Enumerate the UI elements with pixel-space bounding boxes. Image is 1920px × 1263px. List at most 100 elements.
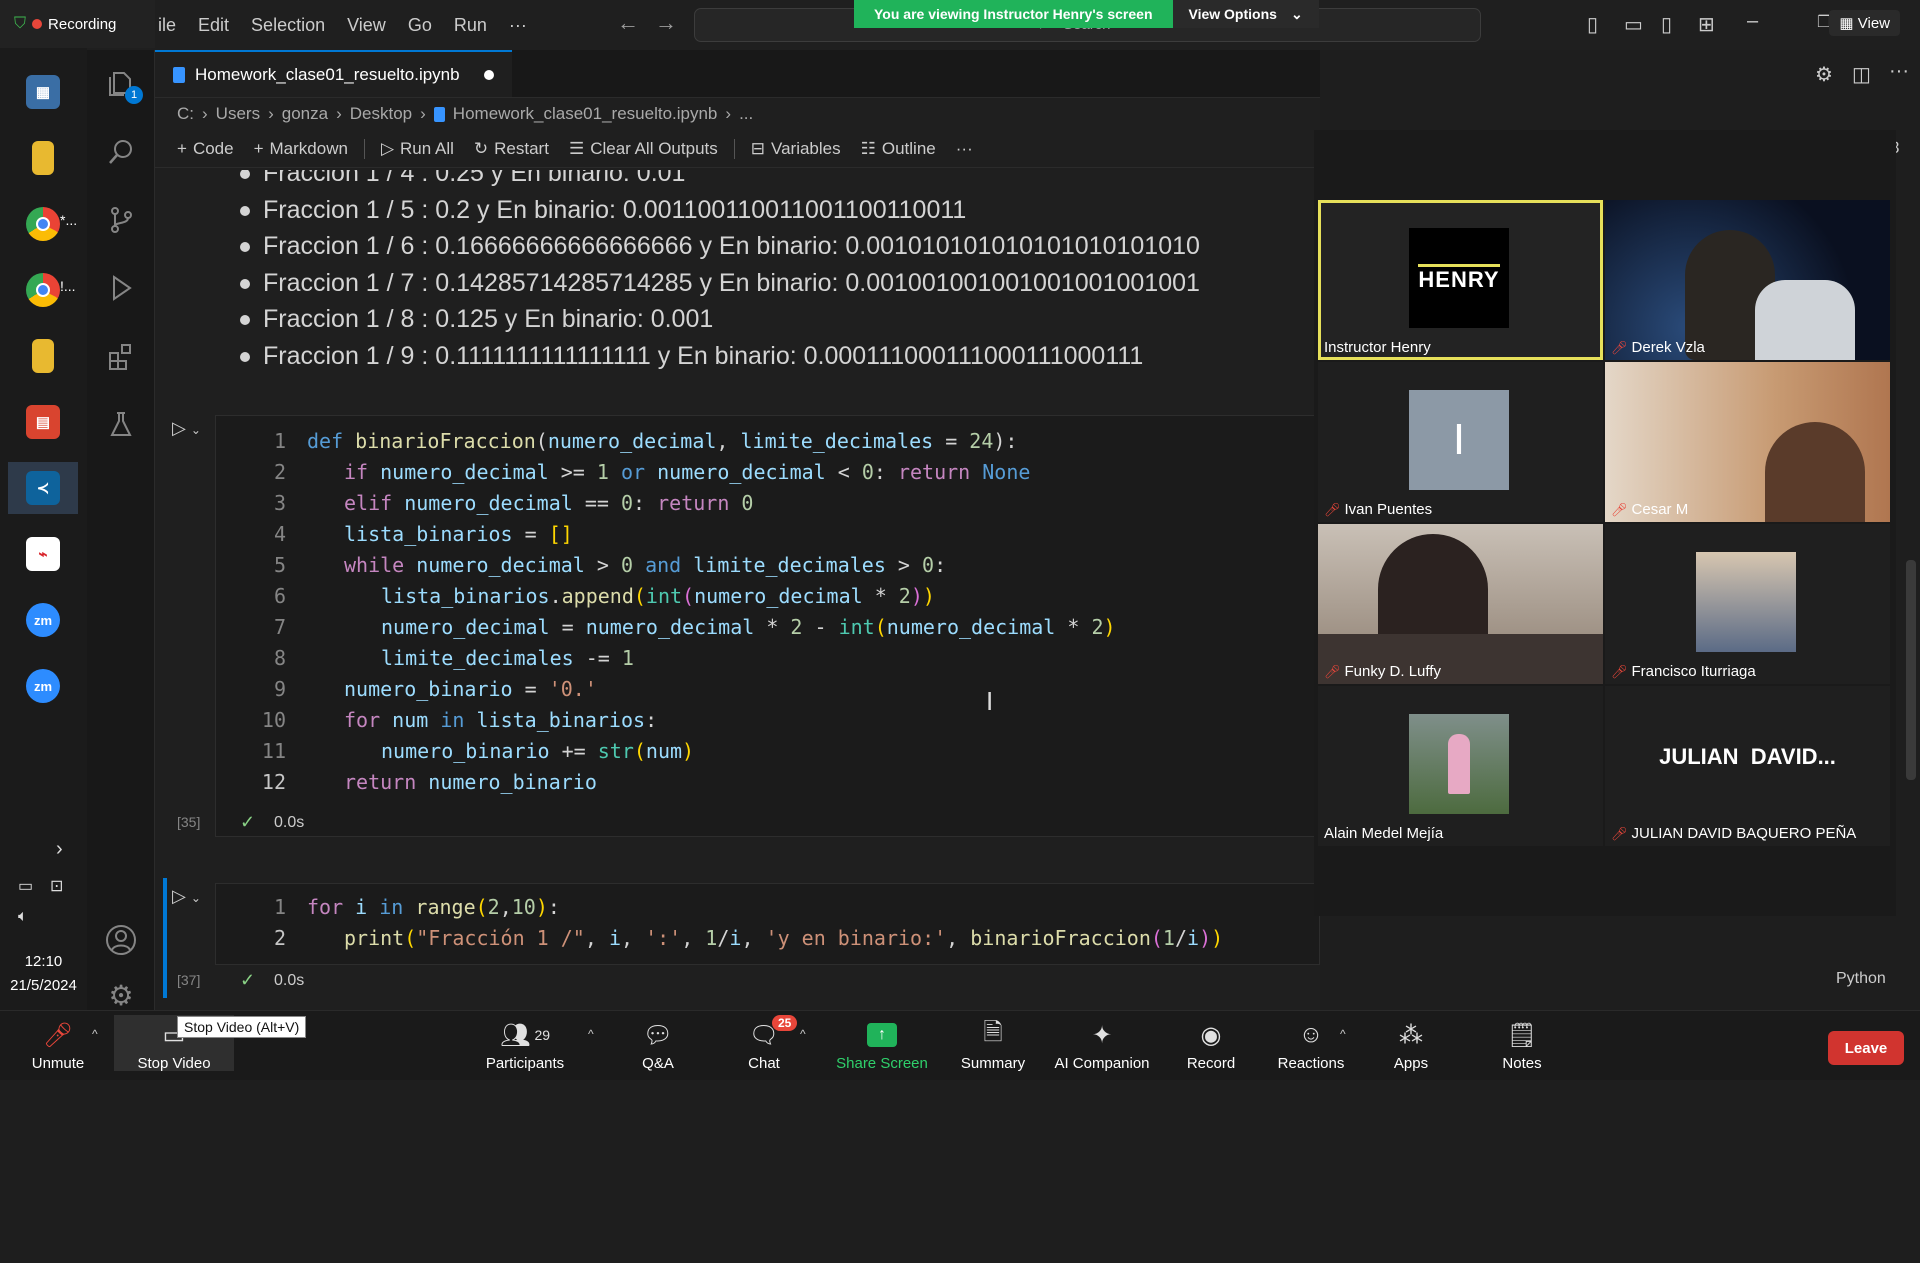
participant-tile[interactable]: 🎤︎ Derek Vzla xyxy=(1605,200,1890,360)
taskbar-app-chrome-1[interactable]: *... xyxy=(8,198,78,250)
code-cell[interactable]: 1 2 for i in range(2,10): print("Fracció… xyxy=(215,883,1320,965)
qa-button[interactable]: 💬︎ Q&A xyxy=(608,1019,708,1073)
breadcrumb-item[interactable]: Homework_clase01_resuelto.ipynb xyxy=(453,104,718,124)
summary-button[interactable]: 🗎︎ Summary xyxy=(943,1019,1043,1073)
breadcrumb-item[interactable]: gonza xyxy=(282,104,328,124)
notes-button[interactable]: 🗒︎ Notes xyxy=(1472,1019,1572,1073)
settings-gear-icon[interactable]: ⚙ xyxy=(103,980,139,1010)
participants-icon: 👥︎ 29 xyxy=(499,1021,551,1049)
menu-bar: ile Edit Selection View Go Run ··· xyxy=(147,15,538,36)
menu-selection[interactable]: Selection xyxy=(240,15,336,36)
play-icon: ▷ xyxy=(172,886,186,906)
cell-language-label[interactable]: Python xyxy=(1836,970,1886,988)
participant-tile[interactable]: 🎤︎ Cesar M xyxy=(1605,362,1890,522)
execution-time: 0.0s xyxy=(274,972,305,989)
participant-name: 🎤︎ Derek Vzla xyxy=(1611,339,1705,356)
gallery-scrollbar[interactable] xyxy=(1906,560,1916,780)
taskbar-app-file-explorer-2[interactable] xyxy=(8,330,78,382)
participant-tile[interactable]: 🎤︎ Funky D. Luffy xyxy=(1318,524,1603,684)
more-actions-icon[interactable]: ··· xyxy=(1889,60,1909,83)
toggle-secondary-sidebar-icon[interactable]: ▯ xyxy=(1661,12,1672,37)
layout-icon[interactable]: ⊞ xyxy=(1698,12,1715,37)
participant-tile[interactable]: 🎤︎ Francisco Iturriaga xyxy=(1605,524,1890,684)
share-screen-button[interactable]: ↑ Share Screen xyxy=(832,1019,932,1072)
add-markdown-cell-button[interactable]: + Markdown xyxy=(246,139,356,159)
taskbar-app-red[interactable]: ▤ xyxy=(8,396,78,448)
unsaved-dot-icon[interactable] xyxy=(483,69,494,80)
cell-output-area: Fraccion 1 / 4 : 0.25 y En binario: 0.01… xyxy=(215,170,1315,370)
taskbar-app-vscode[interactable]: ≺ xyxy=(8,462,78,514)
avatar: I xyxy=(1409,390,1509,490)
notebook-settings-gear-icon[interactable]: ⚙ xyxy=(1815,62,1833,87)
participant-tile[interactable]: Alain Medel Mejía xyxy=(1318,686,1603,846)
code-cell[interactable]: 1 2 3 4 5 6 7 8 9 10 11 12 def binarioFr… xyxy=(215,415,1320,837)
run-all-button[interactable]: ▷ Run All xyxy=(373,139,462,159)
toolbar-more-button[interactable]: ··· xyxy=(948,139,981,159)
system-tray[interactable]: ▭ ⊡ 🔈︎ xyxy=(12,870,76,940)
reactions-caret-icon[interactable]: ^ xyxy=(1340,1027,1346,1041)
leave-button[interactable]: Leave xyxy=(1828,1031,1904,1065)
menu-edit[interactable]: Edit xyxy=(187,15,240,36)
taskbar-app-calculator[interactable]: ▦ xyxy=(8,66,78,118)
minimize-icon[interactable]: – xyxy=(1747,10,1758,33)
participant-tile[interactable]: HENRY Instructor Henry xyxy=(1318,200,1603,360)
participant-tile[interactable]: JULIAN DAVID... 🎤︎ JULIAN DAVID BAQUERO P… xyxy=(1605,686,1890,846)
forward-arrow-icon[interactable]: → xyxy=(655,10,677,36)
participants-button[interactable]: 👥︎ 29 Participants xyxy=(475,1019,575,1073)
taskbar-app-zoom-2[interactable]: zm xyxy=(8,660,78,712)
line-number: 1 xyxy=(273,429,286,453)
code-editor[interactable]: 1 2 3 4 5 6 7 8 9 10 11 12 def binarioFr… xyxy=(216,426,1316,794)
focused-cell-indicator xyxy=(163,878,167,998)
explorer-icon[interactable]: 1 xyxy=(103,66,143,104)
extensions-icon[interactable] xyxy=(103,338,139,374)
taskbar-app-chrome-2[interactable]: !... xyxy=(8,264,78,316)
breadcrumb-item[interactable]: Users xyxy=(216,104,260,124)
outline-button[interactable]: ☷ Outline xyxy=(853,139,944,159)
view-options-button[interactable]: View Options ⌄ xyxy=(1172,0,1319,28)
toggle-sidebar-icon[interactable]: ▯ xyxy=(1587,12,1598,37)
variables-button[interactable]: ⊟ Variables xyxy=(743,139,849,159)
chevron-right-icon[interactable]: › xyxy=(56,838,63,861)
taskbar-app-acrobat[interactable]: ⌁ xyxy=(8,528,78,580)
line-number: 5 xyxy=(273,553,286,577)
testing-flask-icon[interactable] xyxy=(103,406,139,442)
run-cell-button[interactable]: ▷ ⌄ xyxy=(172,418,201,439)
record-button[interactable]: ◉ Record xyxy=(1161,1019,1261,1073)
search-icon[interactable] xyxy=(103,134,139,170)
audio-options-caret-icon[interactable]: ^ xyxy=(92,1027,98,1041)
breadcrumb-item[interactable]: ... xyxy=(739,104,753,124)
calculator-icon: ▦ xyxy=(26,75,60,109)
back-arrow-icon[interactable]: ← xyxy=(617,10,639,36)
breadcrumb-item[interactable]: Desktop xyxy=(350,104,412,124)
menu-run[interactable]: Run xyxy=(443,15,498,36)
reactions-button[interactable]: ☺ Reactions xyxy=(1261,1019,1361,1072)
restart-button[interactable]: ↻ Restart xyxy=(466,139,557,159)
apps-icon: ⁂ xyxy=(1399,1021,1423,1049)
menu-view[interactable]: View xyxy=(336,15,397,36)
add-code-cell-button[interactable]: + Code xyxy=(169,139,242,159)
breadcrumb-item[interactable]: C: xyxy=(177,104,194,124)
participant-tile[interactable]: I 🎤︎ Ivan Puentes xyxy=(1318,362,1603,522)
ai-companion-button[interactable]: ✦ AI Companion xyxy=(1052,1019,1152,1073)
run-debug-icon[interactable] xyxy=(103,270,139,306)
recording-indicator[interactable]: ⛉ Recording xyxy=(0,0,155,48)
menu-more[interactable]: ··· xyxy=(498,15,538,36)
tab-notebook[interactable]: Homework_clase01_resuelto.ipynb xyxy=(155,50,512,97)
taskbar-app-file-explorer[interactable] xyxy=(8,132,78,184)
chat-button[interactable]: 🗨︎ 25 Chat xyxy=(714,1015,814,1072)
participants-caret-icon[interactable]: ^ xyxy=(588,1027,594,1041)
participant-display-name: JULIAN DAVID... xyxy=(1659,744,1836,769)
menu-go[interactable]: Go xyxy=(397,15,443,36)
zoom-view-button[interactable]: ▦ View xyxy=(1829,10,1900,36)
taskbar-app-zoom-1[interactable]: zm xyxy=(8,594,78,646)
run-cell-button[interactable]: ▷ ⌄ xyxy=(172,886,201,907)
source-control-icon[interactable] xyxy=(103,202,139,238)
account-icon[interactable] xyxy=(103,922,139,958)
split-editor-icon[interactable]: ◫ xyxy=(1852,62,1871,87)
system-clock[interactable]: 12:10 21/5/2024 xyxy=(0,950,87,998)
apps-button[interactable]: ⁂ Apps xyxy=(1361,1019,1461,1073)
chat-caret-icon[interactable]: ^ xyxy=(800,1027,806,1041)
code-editor[interactable]: 1 2 for i in range(2,10): print("Fracció… xyxy=(216,892,1316,956)
clear-all-outputs-button[interactable]: ☰ Clear All Outputs xyxy=(561,139,726,159)
toggle-panel-icon[interactable]: ▭ xyxy=(1624,12,1643,37)
